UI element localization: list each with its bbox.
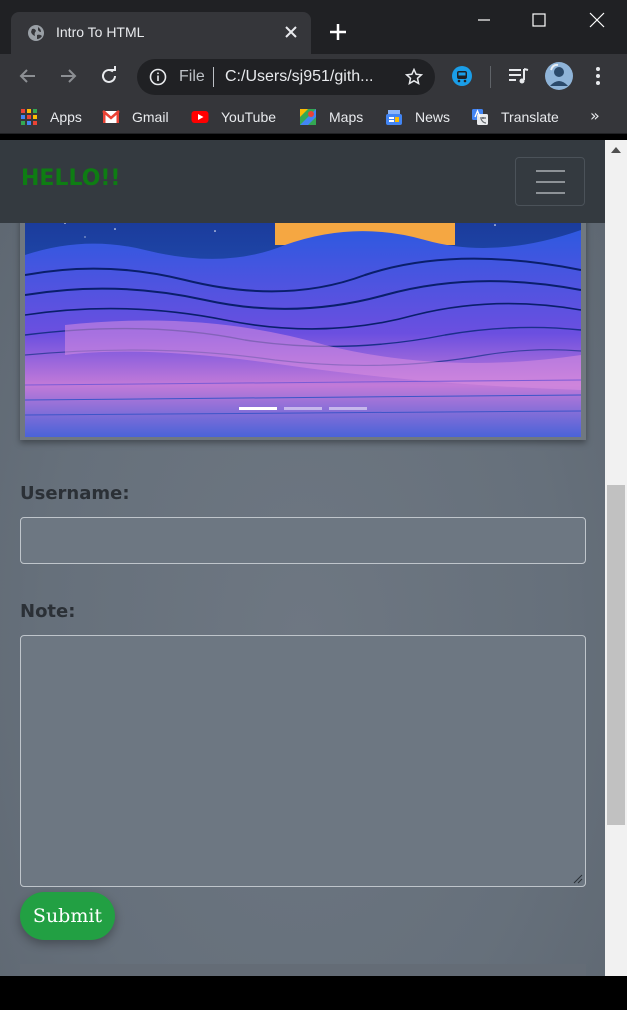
menu-dots-icon[interactable] xyxy=(586,64,610,88)
carousel-slide-image xyxy=(25,215,581,437)
submit-button[interactable]: Submit xyxy=(20,892,115,940)
vertical-scrollbar[interactable] xyxy=(605,140,627,976)
translate-icon xyxy=(472,109,488,125)
window-close-icon[interactable] xyxy=(585,8,609,32)
bookmark-label: YouTube xyxy=(221,109,277,125)
note-textarea[interactable] xyxy=(20,635,586,887)
footer-edge xyxy=(20,964,586,976)
plus-icon[interactable] xyxy=(328,22,348,42)
note-label: Note: xyxy=(20,601,76,622)
apps-grid-icon xyxy=(21,109,37,125)
navbar: HELLO!! xyxy=(0,140,605,223)
bookmarks-overflow-button[interactable]: » xyxy=(590,106,600,125)
tab-title: Intro To HTML xyxy=(56,24,145,40)
page-body: HELLO!! Username: Note: Submit xyxy=(0,140,605,976)
carousel-indicator[interactable] xyxy=(239,407,277,410)
url-scheme-label: File xyxy=(179,68,205,85)
navbar-toggler-button[interactable] xyxy=(515,157,585,206)
minimize-icon[interactable] xyxy=(472,8,496,32)
carousel-indicator[interactable] xyxy=(329,407,367,410)
media-icon[interactable] xyxy=(506,64,530,88)
browser-toolbar: File C:/Users/sj951/gith... xyxy=(0,54,627,100)
profile-avatar[interactable] xyxy=(545,62,573,90)
bookmark-gmail[interactable]: Gmail xyxy=(102,106,169,128)
extension-icon[interactable] xyxy=(450,64,474,88)
globe-icon xyxy=(28,25,44,41)
url-text[interactable]: C:/Users/sj951/gith... xyxy=(225,68,395,86)
bookmark-news[interactable]: News xyxy=(385,106,450,128)
bookmark-label: Translate xyxy=(501,109,559,125)
forward-icon[interactable] xyxy=(56,64,80,88)
username-input[interactable] xyxy=(20,517,586,564)
youtube-icon xyxy=(191,111,209,123)
scrollbar-thumb[interactable] xyxy=(607,485,625,825)
window-bottom-edge xyxy=(0,976,627,1010)
bookmark-maps[interactable]: Maps xyxy=(299,106,363,128)
star-icon[interactable] xyxy=(405,68,423,86)
resize-handle-icon[interactable] xyxy=(573,874,583,884)
browser-tab-active[interactable]: Intro To HTML xyxy=(11,12,311,54)
hamburger-icon-bar xyxy=(536,170,565,172)
gmail-icon xyxy=(102,110,120,123)
omnibox-divider xyxy=(213,67,214,87)
carousel-indicator[interactable] xyxy=(284,407,322,410)
bookmark-label: Apps xyxy=(50,109,82,125)
bookmark-label: Gmail xyxy=(132,109,169,125)
hamburger-icon-bar xyxy=(536,181,565,183)
info-icon[interactable] xyxy=(149,68,167,86)
bookmark-translate[interactable]: Translate xyxy=(471,106,559,128)
bookmark-label: Maps xyxy=(329,109,364,125)
image-carousel[interactable] xyxy=(20,210,586,440)
username-label: Username: xyxy=(20,483,130,504)
hamburger-icon-bar xyxy=(536,192,565,194)
news-icon xyxy=(386,110,402,125)
maps-icon xyxy=(300,109,316,125)
bookmarks-bar: Apps Gmail YouTube Maps News Translate » xyxy=(0,100,627,134)
bookmark-youtube[interactable]: YouTube xyxy=(191,106,276,128)
close-icon[interactable] xyxy=(283,24,299,40)
bookmark-label: News xyxy=(415,109,451,125)
address-bar[interactable]: File C:/Users/sj951/gith... xyxy=(137,59,435,95)
toolbar-divider xyxy=(490,66,491,88)
back-icon[interactable] xyxy=(16,64,40,88)
browser-titlebar: Intro To HTML xyxy=(0,0,627,54)
page-viewport: HELLO!! Username: Note: Submit xyxy=(0,140,605,976)
navbar-brand[interactable]: HELLO!! xyxy=(21,166,120,191)
reload-icon[interactable] xyxy=(97,64,121,88)
maximize-icon[interactable] xyxy=(527,8,551,32)
bookmark-apps[interactable]: Apps xyxy=(20,106,82,128)
scroll-up-arrow-icon[interactable] xyxy=(610,146,622,154)
